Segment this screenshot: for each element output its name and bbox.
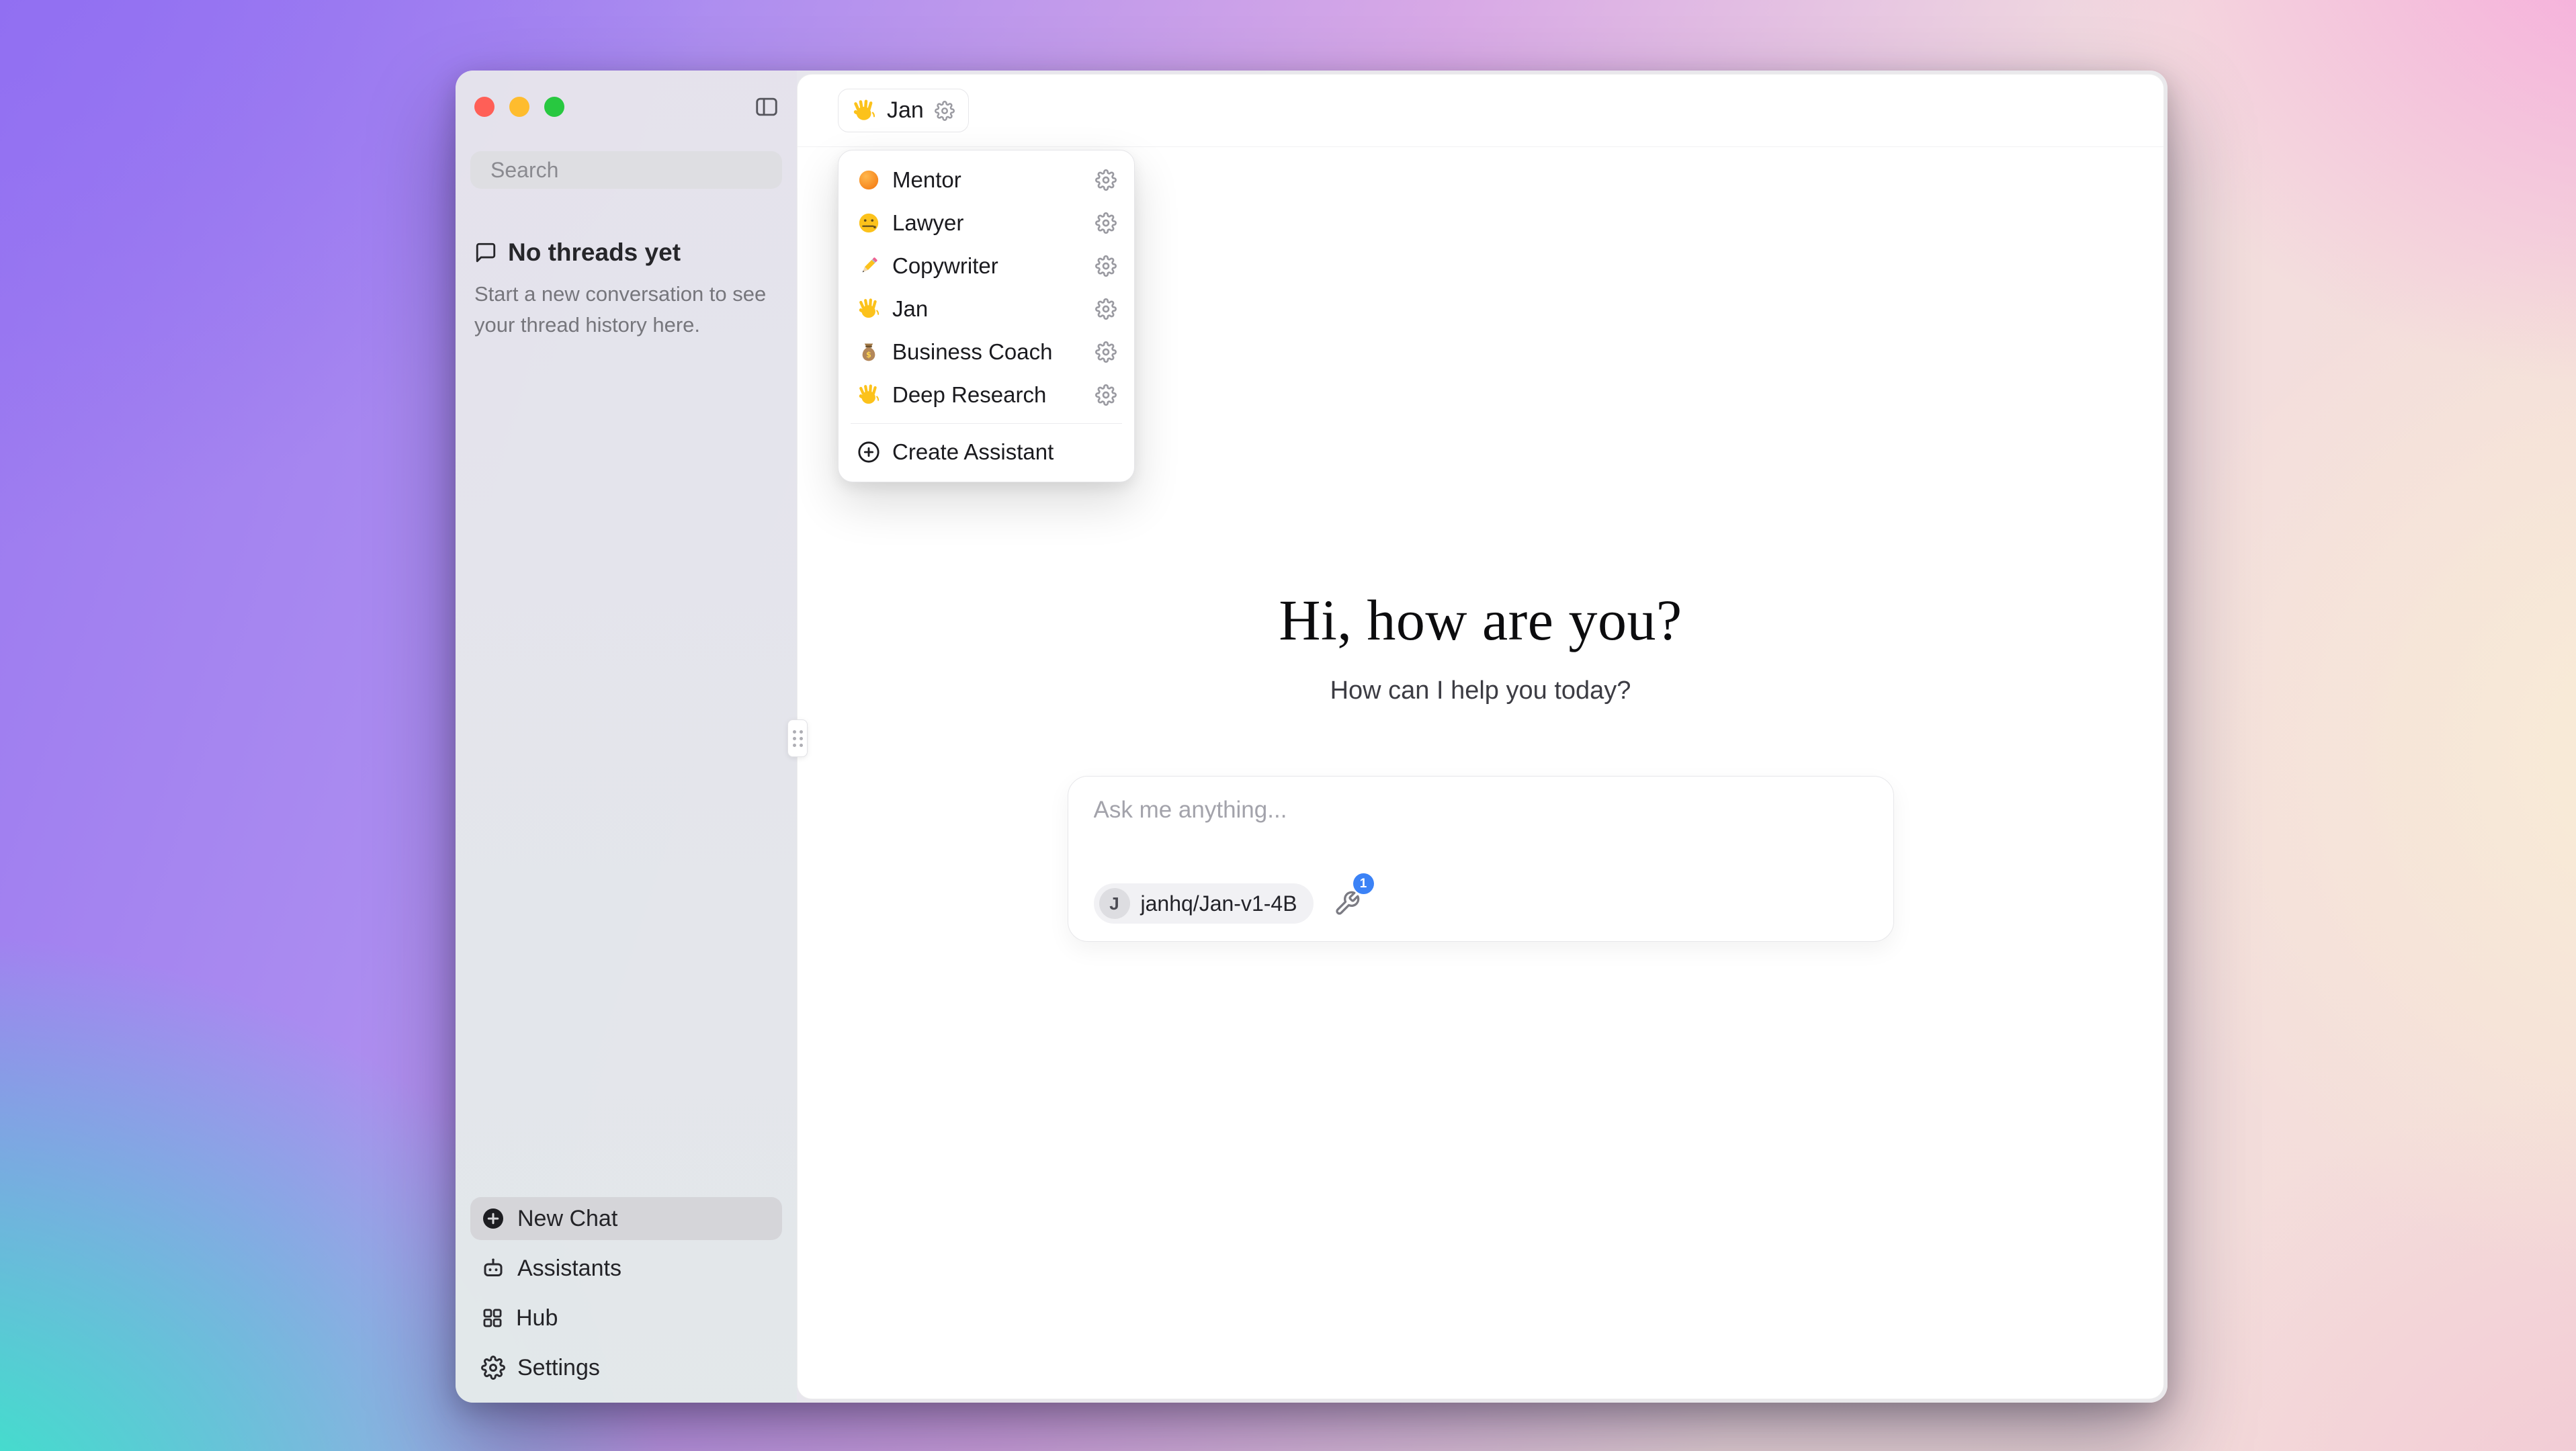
assistant-menu-item-business-coach[interactable]: Business Coach	[847, 331, 1126, 373]
sidebar-item-label: New Chat	[517, 1206, 617, 1232]
sidebar-item-new-chat[interactable]: New Chat	[470, 1197, 782, 1240]
assistant-menu-item-label: Mentor	[892, 167, 961, 193]
wrench-icon	[1334, 890, 1361, 917]
wave-hand-icon	[852, 99, 876, 123]
sidebar-item-label: Hub	[516, 1305, 558, 1331]
menu-divider	[851, 423, 1122, 424]
model-avatar: J	[1099, 888, 1130, 919]
app-window: No threads yet Start a new conversation …	[456, 71, 2167, 1403]
panel-resize-handle[interactable]	[787, 719, 808, 757]
assistant-menu: Mentor Lawyer Copywriter Jan Business Co	[838, 150, 1135, 482]
create-assistant-button[interactable]: Create Assistant	[847, 431, 1126, 474]
sidebar-panel-icon	[754, 94, 779, 120]
assistant-settings-icon[interactable]	[1095, 255, 1117, 277]
assistant-settings-icon[interactable]	[1095, 341, 1117, 363]
sidebar-item-hub[interactable]: Hub	[470, 1296, 782, 1339]
sidebar-item-assistants[interactable]: Assistants	[470, 1247, 782, 1290]
assistant-selector-button[interactable]: Jan	[838, 89, 969, 132]
create-assistant-label: Create Assistant	[892, 439, 1054, 465]
assistant-menu-item-label: Copywriter	[892, 253, 998, 279]
main-panel: Jan Mentor Lawyer Copywriter	[797, 74, 2164, 1399]
titlebar	[470, 93, 782, 120]
threads-empty-subtitle: Start a new conversation to see your thr…	[474, 279, 770, 341]
tools-button[interactable]: 1	[1334, 888, 1365, 919]
assistant-menu-item-label: Business Coach	[892, 339, 1052, 365]
sidebar-item-label: Assistants	[517, 1256, 621, 1282]
pencil-icon	[856, 253, 882, 279]
sidebar-toggle-button[interactable]	[751, 94, 782, 120]
zoom-window-button[interactable]	[544, 97, 564, 117]
minimize-window-button[interactable]	[509, 97, 529, 117]
model-name: janhq/Jan-v1-4B	[1141, 891, 1297, 916]
assistant-settings-icon[interactable]	[1095, 298, 1117, 320]
threads-empty-state: No threads yet Start a new conversation …	[470, 238, 782, 341]
current-assistant-name: Jan	[887, 97, 924, 124]
threads-icon	[474, 241, 497, 264]
tools-count-badge: 1	[1353, 873, 1374, 894]
search-field[interactable]	[470, 151, 782, 189]
sidebar-nav: New Chat Assistants Hub Settings	[470, 1197, 782, 1389]
plus-circle-icon	[481, 1206, 505, 1231]
assistant-menu-item-lawyer[interactable]: Lawyer	[847, 202, 1126, 245]
assistant-menu-item-jan[interactable]: Jan	[847, 288, 1126, 331]
message-input[interactable]	[1094, 797, 1868, 824]
assistant-settings-icon[interactable]	[1095, 212, 1117, 234]
greeting-title: Hi, how are you?	[1279, 586, 1682, 654]
sidebar-item-settings[interactable]: Settings	[470, 1346, 782, 1389]
window-controls	[470, 97, 564, 117]
assistant-menu-item-mentor[interactable]: Mentor	[847, 159, 1126, 202]
orange-circle-icon	[856, 167, 882, 193]
plus-circle-icon	[856, 439, 882, 465]
money-bag-icon	[856, 339, 882, 365]
zipper-face-icon	[856, 210, 882, 236]
assistant-menu-item-copywriter[interactable]: Copywriter	[847, 245, 1126, 288]
assistant-settings-icon[interactable]	[1095, 169, 1117, 191]
welcome-section: Hi, how are you? How can I help you toda…	[798, 586, 2163, 705]
sidebar-item-label: Settings	[517, 1355, 600, 1381]
main-header: Jan	[798, 75, 2163, 147]
assistant-menu-item-label: Lawyer	[892, 210, 963, 236]
bot-icon	[481, 1256, 505, 1280]
wave-hand-icon	[856, 296, 882, 322]
gear-icon	[481, 1356, 505, 1380]
composer-toolbar: J janhq/Jan-v1-4B 1	[1094, 883, 1868, 924]
model-selector-button[interactable]: J janhq/Jan-v1-4B	[1094, 883, 1314, 924]
close-window-button[interactable]	[474, 97, 495, 117]
threads-empty-title: No threads yet	[508, 238, 681, 267]
assistant-menu-item-label: Deep Research	[892, 382, 1046, 408]
assistant-settings-icon[interactable]	[1095, 384, 1117, 406]
assistant-gear-icon[interactable]	[935, 101, 955, 121]
sidebar: No threads yet Start a new conversation …	[456, 71, 797, 1403]
composer: J janhq/Jan-v1-4B 1	[1068, 776, 1894, 942]
grid-icon	[481, 1307, 504, 1329]
greeting-subtitle: How can I help you today?	[1330, 676, 1631, 705]
assistant-menu-item-label: Jan	[892, 296, 928, 322]
assistant-menu-item-deep-research[interactable]: Deep Research	[847, 373, 1126, 416]
search-input[interactable]	[490, 158, 773, 183]
wave-hand-icon	[856, 382, 882, 408]
